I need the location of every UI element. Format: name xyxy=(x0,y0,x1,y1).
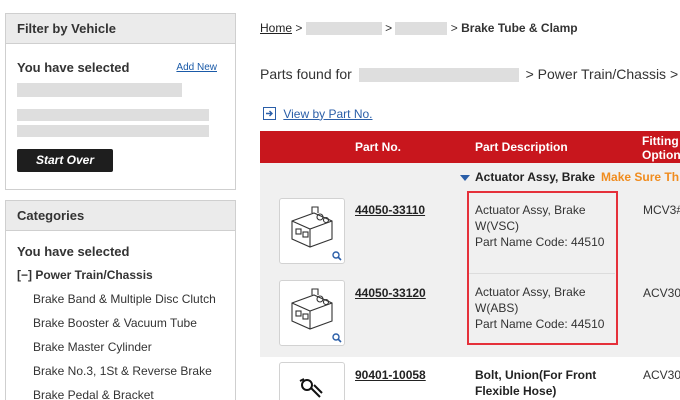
table-row: 90401-10058 Bolt, Union(For Front Flexib… xyxy=(260,362,680,400)
category-root-power-train[interactable]: [−] Power Train/Chassis xyxy=(17,268,153,282)
part-thumbnail-image[interactable] xyxy=(279,280,345,346)
arrow-right-box-icon xyxy=(263,107,276,121)
desc-line: Bolt, Union(For Front xyxy=(475,368,597,382)
desc-line: Flexible Hose) xyxy=(475,384,557,398)
description-highlight-box xyxy=(467,191,618,345)
category-item[interactable]: Brake Band & Multiple Disc Clutch xyxy=(33,291,228,315)
parts-found-prefix: Parts found for xyxy=(260,66,352,82)
redacted-breadcrumb[interactable] xyxy=(395,22,448,36)
start-over-button[interactable]: Start Over xyxy=(17,149,113,172)
breadcrumb: Home > > > Brake Tube & Clamp xyxy=(260,21,578,36)
column-part-no[interactable]: Part No. xyxy=(355,140,401,154)
zoom-icon xyxy=(332,251,342,261)
option-label: Option xyxy=(642,148,680,162)
part-description: Bolt, Union(For Front Flexible Hose) xyxy=(475,367,596,399)
fitting-option: ACV30 xyxy=(643,368,680,382)
category-item[interactable]: Brake Booster & Vacuum Tube xyxy=(33,315,228,339)
redacted-vehicle-name xyxy=(17,83,182,97)
redacted-breadcrumb[interactable] xyxy=(305,22,382,36)
view-by-part-no-link[interactable]: View by Part No. xyxy=(283,107,372,121)
parts-table-header: Part No. Part Description Fitting Option xyxy=(260,131,680,163)
category-item[interactable]: Brake Pedal & Bracket xyxy=(33,387,228,400)
category-item[interactable]: Brake Master Cylinder xyxy=(33,339,228,363)
part-thumbnail-image[interactable] xyxy=(279,198,345,264)
breadcrumb-separator: > xyxy=(295,21,303,35)
bolt-drawing-icon xyxy=(299,378,323,398)
group-warning-message: Make Sure Th xyxy=(601,170,680,184)
redacted-vehicle xyxy=(358,68,519,83)
categories-title: Categories xyxy=(6,201,235,231)
filter-by-vehicle-panel: Filter by Vehicle You have selected Add … xyxy=(5,13,236,190)
column-part-description[interactable]: Part Description xyxy=(475,140,568,154)
category-item[interactable]: Brake No.3, 1St & Reverse Brake xyxy=(33,363,228,387)
category-list: Brake Band & Multiple Disc Clutch Brake … xyxy=(33,291,228,400)
group-title[interactable]: Actuator Assy, Brake Make Sure Th xyxy=(460,170,679,184)
vehicle-you-have-selected: You have selected xyxy=(17,60,130,75)
triangle-down-icon xyxy=(460,174,470,181)
part-number-link[interactable]: 90401-10058 xyxy=(355,368,426,382)
categories-you-have-selected: You have selected xyxy=(17,244,130,259)
breadcrumb-separator: > xyxy=(385,21,393,35)
group-title-text: Actuator Assy, Brake xyxy=(475,170,596,184)
redacted-vehicle-detail xyxy=(17,109,209,121)
parts-found-heading: Parts found for > Power Train/Chassis > xyxy=(260,66,679,83)
breadcrumb-separator: > xyxy=(450,21,458,35)
vehicle-selected-row: You have selected Add New xyxy=(17,60,217,75)
categories-panel: Categories You have selected [−] Power T… xyxy=(5,200,236,400)
fitting-option: MCV3# xyxy=(643,203,680,217)
add-new-vehicle-link[interactable]: Add New xyxy=(176,62,217,73)
redacted-vehicle-detail xyxy=(17,125,209,137)
filter-by-vehicle-title: Filter by Vehicle xyxy=(6,14,235,44)
part-thumbnail-image[interactable] xyxy=(279,362,345,400)
breadcrumb-home[interactable]: Home xyxy=(260,21,292,35)
breadcrumb-current: Brake Tube & Clamp xyxy=(461,21,578,35)
fitting-option: ACV30 xyxy=(643,286,680,300)
part-number-link[interactable]: 44050-33110 xyxy=(355,203,425,217)
zoom-icon xyxy=(332,333,342,343)
fitting-label: Fitting xyxy=(642,134,679,148)
part-number-link[interactable]: 44050-33120 xyxy=(355,286,426,300)
view-by-part-no[interactable]: View by Part No. xyxy=(263,106,373,121)
parts-found-suffix: > Power Train/Chassis > xyxy=(525,66,679,82)
